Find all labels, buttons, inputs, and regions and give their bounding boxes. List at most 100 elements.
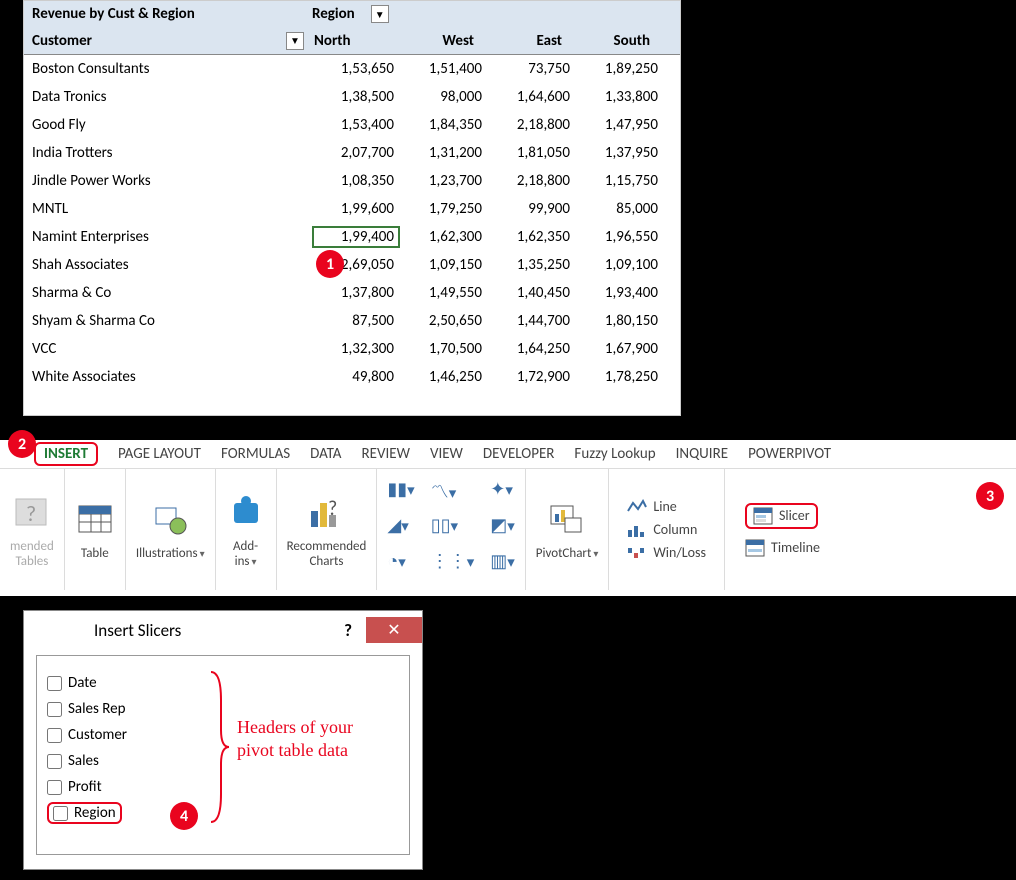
tab-view[interactable]: VIEW [420, 442, 473, 466]
cell[interactable]: 1,37,950 [576, 144, 664, 162]
cell[interactable]: 2,50,650 [400, 312, 488, 330]
cell[interactable]: 1,80,150 [576, 312, 664, 330]
cell[interactable]: 73,750 [488, 60, 576, 78]
cell[interactable]: 1,44,700 [488, 312, 576, 330]
tab-fuzzy-lookup[interactable]: Fuzzy Lookup [564, 442, 665, 466]
cell[interactable]: 1,09,150 [400, 256, 488, 274]
surface-chart-icon[interactable]: ◩▾ [490, 514, 515, 546]
close-button[interactable]: ✕ [366, 617, 422, 643]
tab-data[interactable]: DATA [300, 442, 351, 466]
cell[interactable]: 1,64,600 [488, 88, 576, 106]
cell[interactable]: 1,81,050 [488, 144, 576, 162]
table-button[interactable]: Table [65, 469, 126, 590]
checkbox-region[interactable] [53, 806, 68, 821]
tab-powerpivot[interactable]: POWERPIVOT [738, 442, 841, 466]
scatter-chart-icon[interactable]: ⋮⋮▾ [431, 550, 475, 582]
row-name[interactable]: Boston Consultants [24, 60, 312, 78]
row-name[interactable]: Data Tronics [24, 88, 312, 106]
cell[interactable]: 1,40,450 [488, 284, 576, 302]
bar-chart-icon[interactable]: ▮▮▾ [387, 478, 414, 510]
tab-formulas[interactable]: FORMULAS [211, 442, 300, 466]
pivotchart-button[interactable]: PivotChart [526, 469, 610, 590]
cell[interactable]: 1,32,300 [312, 340, 400, 358]
cell[interactable]: 1,47,950 [576, 116, 664, 134]
cell[interactable]: 1,64,250 [488, 340, 576, 358]
region-filter-dropdown[interactable]: ▼ [371, 5, 389, 23]
stock-chart-icon[interactable]: ✦▾ [490, 478, 515, 510]
cell[interactable]: 85,000 [576, 200, 664, 218]
cell[interactable]: 2,07,700 [312, 144, 400, 162]
cell[interactable]: 1,31,200 [400, 144, 488, 162]
row-name[interactable]: India Trotters [24, 144, 312, 162]
cell[interactable]: 1,23,700 [400, 172, 488, 190]
checkbox-profit[interactable] [47, 780, 62, 795]
tab-developer[interactable]: DEVELOPER [473, 442, 565, 466]
region-header: Region [304, 3, 363, 25]
tab-page-layout[interactable]: PAGE LAYOUT [108, 442, 211, 466]
cell[interactable]: 1,53,400 [312, 116, 400, 134]
pie-chart-icon[interactable]: ◔▾ [387, 550, 414, 582]
checkbox-sales[interactable] [47, 754, 62, 769]
cell[interactable]: 1,89,250 [576, 60, 664, 78]
area-chart-icon[interactable]: ◢▾ [387, 514, 414, 546]
cell[interactable]: 1,15,750 [576, 172, 664, 190]
tab-inquire[interactable]: INQUIRE [666, 442, 738, 466]
sparkline-column-button[interactable]: Column [627, 521, 697, 538]
tab-review[interactable]: REVIEW [352, 442, 420, 466]
cell[interactable]: 1,84,350 [400, 116, 488, 134]
row-name[interactable]: Jindle Power Works [24, 172, 312, 190]
cell[interactable]: 2,18,800 [488, 116, 576, 134]
timeline-button[interactable]: Timeline [745, 539, 820, 557]
cell[interactable]: 98,000 [400, 88, 488, 106]
row-name[interactable]: MNTL [24, 200, 312, 218]
cell[interactable]: 1,51,400 [400, 60, 488, 78]
cell[interactable]: 1,46,250 [400, 368, 488, 386]
cell[interactable]: 1,49,550 [400, 284, 488, 302]
checkbox-sales-rep[interactable] [47, 702, 62, 717]
cell[interactable]: 1,62,350 [488, 228, 576, 246]
checkbox-date[interactable] [47, 676, 62, 691]
combo-chart-icon[interactable]: ▥▾ [490, 550, 515, 582]
customer-filter-dropdown[interactable]: ▼ [286, 32, 304, 50]
row-name[interactable]: Namint Enterprises [24, 228, 312, 246]
cell[interactable]: 1,08,350 [312, 172, 400, 190]
row-name[interactable]: Shah Associates [24, 256, 312, 274]
addins-button[interactable]: Add- ins [216, 469, 277, 590]
cell[interactable]: 87,500 [312, 312, 400, 330]
cell[interactable]: 99,900 [488, 200, 576, 218]
tab-insert[interactable]: INSERT [24, 442, 108, 466]
recommended-charts-button[interactable]: ? Recommended Charts [277, 469, 378, 590]
cell[interactable]: 1,70,500 [400, 340, 488, 358]
cell[interactable]: 1,67,900 [576, 340, 664, 358]
cell[interactable]: 1,99,600 [312, 200, 400, 218]
row-name[interactable]: VCC [24, 340, 312, 358]
cell[interactable]: 1,53,650 [312, 60, 400, 78]
cell[interactable]: 1,62,300 [400, 228, 488, 246]
cell[interactable]: 1,96,550 [576, 228, 664, 246]
line-chart-icon[interactable]: 〽▾ [431, 478, 475, 510]
cell[interactable]: 2,18,800 [488, 172, 576, 190]
row-name[interactable]: Good Fly [24, 116, 312, 134]
cell[interactable]: 1,09,100 [576, 256, 664, 274]
cell[interactable]: 1,99,400 [312, 226, 400, 248]
cell[interactable]: 49,800 [312, 368, 400, 386]
help-icon[interactable]: ? [344, 620, 352, 641]
illustrations-button[interactable]: Illustrations [126, 469, 216, 590]
cell[interactable]: 1,93,400 [576, 284, 664, 302]
cell[interactable]: 1,33,800 [576, 88, 664, 106]
sparkline-winloss-button[interactable]: Win/Loss [627, 544, 706, 561]
cell[interactable]: 1,38,500 [312, 88, 400, 106]
row-name[interactable]: White Associates [24, 368, 312, 386]
recommended-tables-button[interactable]: ? mended Tables [0, 469, 65, 590]
cell[interactable]: 1,72,900 [488, 368, 576, 386]
cell[interactable]: 1,78,250 [576, 368, 664, 386]
slicer-button[interactable]: Slicer [745, 503, 818, 529]
checkbox-customer[interactable] [47, 728, 62, 743]
cell[interactable]: 1,79,250 [400, 200, 488, 218]
cell[interactable]: 1,35,250 [488, 256, 576, 274]
sparkline-line-button[interactable]: Line [627, 498, 676, 515]
row-name[interactable]: Shyam & Sharma Co [24, 312, 312, 330]
cell[interactable]: 1,37,800 [312, 284, 400, 302]
column-chart-icon[interactable]: ▯▯▾ [431, 514, 475, 546]
row-name[interactable]: Sharma & Co [24, 284, 312, 302]
